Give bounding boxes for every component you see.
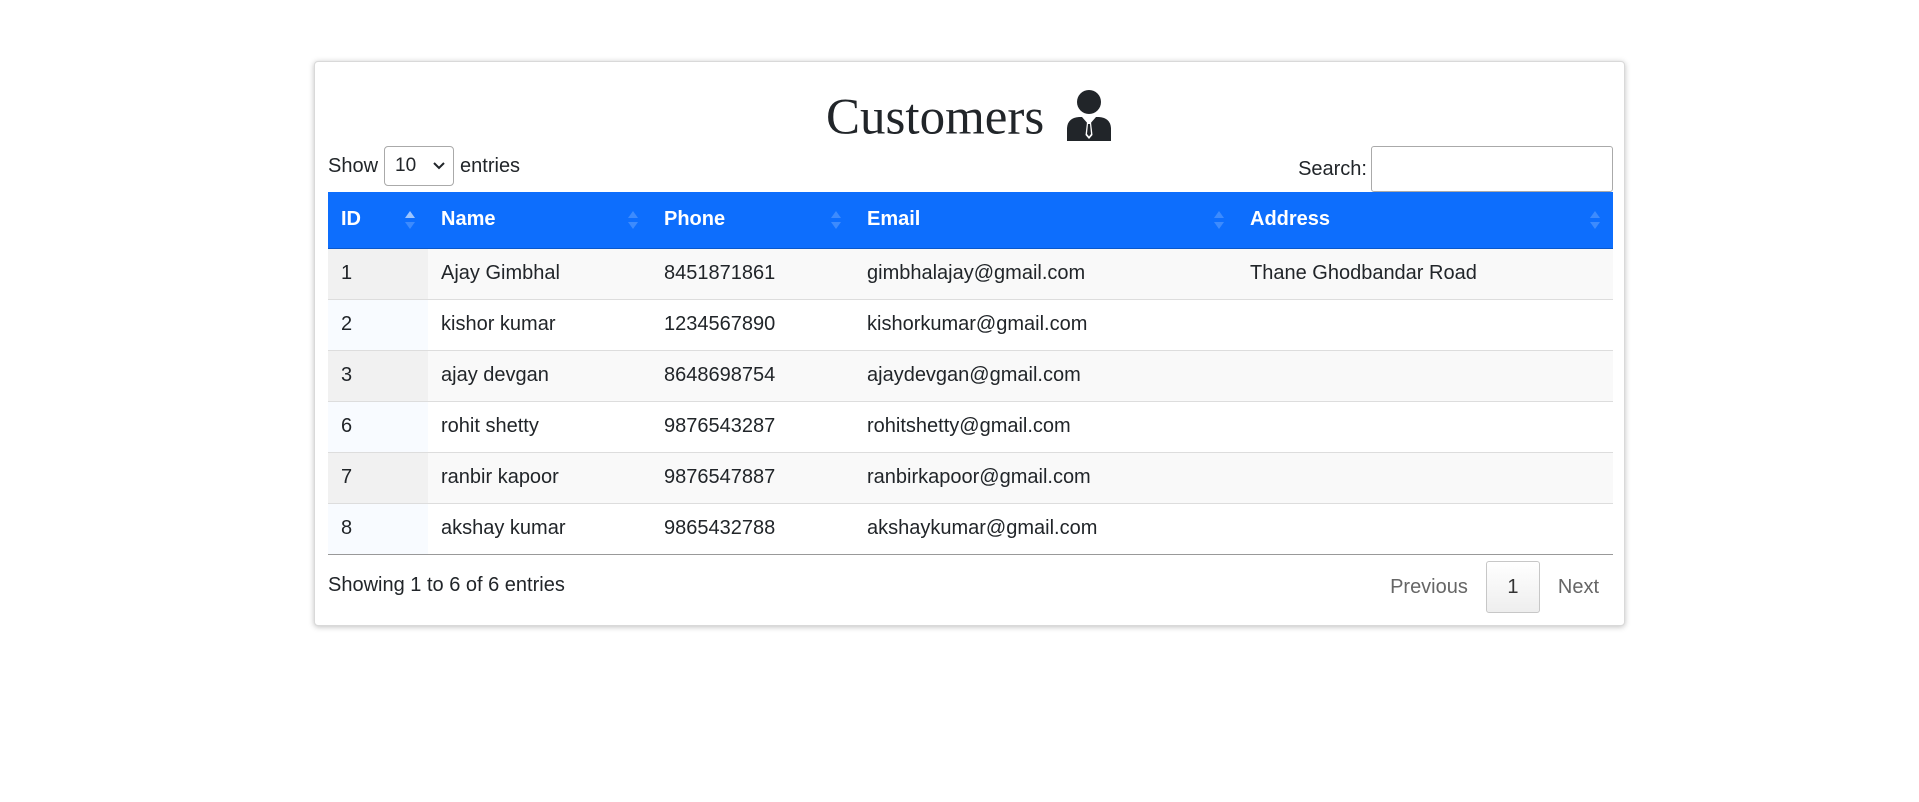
column-header-address[interactable]: Address: [1237, 192, 1613, 249]
sort-ascending-icon: [405, 210, 415, 229]
cell-id: 1: [328, 248, 428, 299]
sort-both-icon: [1214, 210, 1224, 229]
customers-card: Customers Show 10 entries Search: ID Nam…: [314, 61, 1625, 626]
page-length-control: Show 10 entries: [328, 146, 520, 186]
cell-address: Thane Ghodbandar Road: [1237, 248, 1613, 299]
cell-address: [1237, 349, 1613, 401]
chevron-down-icon: [433, 162, 445, 170]
page-length-select[interactable]: 10: [384, 146, 455, 186]
column-header-email[interactable]: Email: [854, 192, 1237, 249]
pagination: Previous 1 Next: [1376, 561, 1613, 613]
cell-phone: 8451871861: [651, 248, 854, 299]
page-title-text: Customers: [826, 89, 1045, 146]
cell-phone: 9876547887: [651, 451, 854, 503]
cell-id: 3: [328, 349, 428, 401]
sort-both-icon: [628, 210, 638, 229]
cell-id: 8: [328, 502, 428, 555]
cell-email: kishorkumar@gmail.com: [854, 298, 1237, 350]
column-header-name[interactable]: Name: [428, 192, 651, 249]
cell-name: Ajay Gimbhal: [428, 248, 651, 299]
column-header-label: Name: [441, 208, 496, 231]
cell-email: gimbhalajay@gmail.com: [854, 248, 1237, 299]
cell-email: ranbirkapoor@gmail.com: [854, 451, 1237, 503]
cell-email: rohitshetty@gmail.com: [854, 400, 1237, 452]
cell-name: rohit shetty: [428, 400, 651, 452]
search-label: Search:: [1298, 157, 1367, 180]
customers-table: ID Name Phone Email Address 1 Ajay Gimbh…: [328, 192, 1613, 555]
search-input[interactable]: [1371, 146, 1613, 192]
table-info: Showing 1 to 6 of 6 entries: [328, 574, 565, 596]
column-header-phone[interactable]: Phone: [651, 192, 854, 249]
cell-name: akshay kumar: [428, 502, 651, 555]
search-control: Search:: [1298, 146, 1613, 192]
page-title: Customers: [315, 74, 1624, 152]
column-header-label: Address: [1250, 208, 1331, 231]
table-row[interactable]: 1 Ajay Gimbhal 8451871861 gimbhalajay@gm…: [328, 248, 1613, 299]
cell-name: kishor kumar: [428, 298, 651, 350]
cell-address: [1237, 400, 1613, 452]
sort-both-icon: [831, 210, 841, 229]
cell-address: [1237, 298, 1613, 350]
table-row[interactable]: 3 ajay devgan 8648698754 ajaydevgan@gmai…: [328, 349, 1613, 401]
column-header-label: Phone: [664, 208, 726, 231]
table-header-row: ID Name Phone Email Address: [328, 192, 1613, 249]
cell-address: [1237, 451, 1613, 503]
cell-phone: 9865432788: [651, 502, 854, 555]
cell-id: 7: [328, 451, 428, 503]
page-length-value: 10: [395, 155, 417, 176]
table-row[interactable]: 2 kishor kumar 1234567890 kishorkumar@gm…: [328, 298, 1613, 350]
show-label: Show: [328, 154, 379, 177]
column-header-label: Email: [867, 208, 921, 231]
column-header-label: ID: [341, 208, 361, 231]
cell-id: 2: [328, 298, 428, 350]
table-row[interactable]: 8 akshay kumar 9865432788 akshaykumar@gm…: [328, 502, 1613, 555]
cell-name: ajay devgan: [428, 349, 651, 401]
entries-label: entries: [460, 154, 521, 177]
cell-phone: 1234567890: [651, 298, 854, 350]
cell-id: 6: [328, 400, 428, 452]
column-header-id[interactable]: ID: [328, 192, 428, 249]
cell-name: ranbir kapoor: [428, 451, 651, 503]
cell-phone: 9876543287: [651, 400, 854, 452]
sort-both-icon: [1590, 210, 1600, 229]
table-row[interactable]: 7 ranbir kapoor 9876547887 ranbirkapoor@…: [328, 451, 1613, 503]
cell-email: ajaydevgan@gmail.com: [854, 349, 1237, 401]
cell-address: [1237, 502, 1613, 555]
previous-button[interactable]: Previous: [1376, 561, 1482, 613]
table-row[interactable]: 6 rohit shetty 9876543287 rohitshetty@gm…: [328, 400, 1613, 452]
cell-email: akshaykumar@gmail.com: [854, 502, 1237, 555]
page-button-current[interactable]: 1: [1485, 561, 1540, 613]
user-tie-icon: [1066, 90, 1111, 142]
cell-phone: 8648698754: [651, 349, 854, 401]
next-button[interactable]: Next: [1544, 561, 1613, 613]
